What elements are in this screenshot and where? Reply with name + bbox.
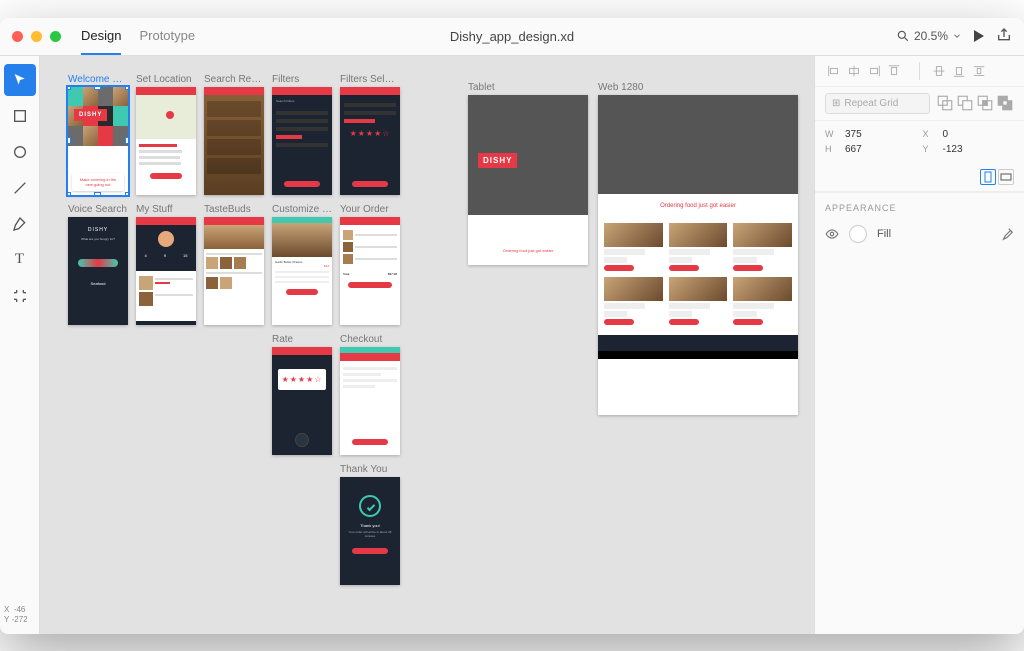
artboard-label[interactable]: Your Order [340, 204, 400, 215]
eyedropper-icon[interactable] [1000, 227, 1014, 241]
artboard-label[interactable]: Checkout [340, 334, 400, 345]
artboard-label[interactable]: Customize … [272, 204, 332, 215]
artboard-rate[interactable]: ★★★★☆ [272, 347, 332, 455]
play-icon[interactable] [974, 30, 984, 42]
artboard-label[interactable]: Thank You [340, 464, 400, 475]
welcome-card: Make ordering in the new going out [72, 173, 124, 191]
align-controls [825, 62, 909, 80]
line-tool[interactable] [4, 172, 36, 204]
transform-props: W375 X0 H667 Y-123 [815, 121, 1024, 163]
zoom-value: 20.5% [914, 29, 948, 43]
y-value[interactable]: -123 [943, 144, 1015, 155]
align-left-icon[interactable] [825, 62, 843, 80]
repeat-grid-button[interactable]: ⊞Repeat Grid [825, 93, 930, 114]
document-title: Dishy_app_design.xd [450, 29, 574, 44]
left-toolbar: T X -46 Y -272 [0, 56, 40, 634]
maximize-icon[interactable] [50, 31, 61, 42]
x-value[interactable]: 0 [943, 129, 1015, 140]
artboard-my-stuff[interactable]: 4915 [136, 217, 196, 325]
titlebar: Design Prototype Dishy_app_design.xd 20.… [0, 18, 1024, 56]
align-center-h-icon[interactable] [845, 62, 863, 80]
artboard-thank-you[interactable]: Thank you! Your order will arrive in abo… [340, 477, 400, 585]
artboard-label[interactable]: TasteBuds [204, 204, 264, 215]
share-icon[interactable] [996, 27, 1012, 46]
artboard-tool[interactable] [4, 280, 36, 312]
minimize-icon[interactable] [31, 31, 42, 42]
artboard-label[interactable]: Set Location [136, 74, 196, 85]
artboard-tablet[interactable]: DISHY Ordering food just got easier [468, 95, 588, 265]
artboard-web-1280[interactable]: Ordering food just got easier [598, 95, 798, 415]
artboard-label[interactable]: Filters Selec… [340, 74, 400, 85]
properties-panel: ⊞Repeat Grid W375 X0 H667 Y-123 [814, 56, 1024, 634]
artboard-label[interactable]: Rate [272, 334, 332, 345]
brand-logo: DISHY [478, 153, 517, 168]
boolean-intersect-icon[interactable] [976, 94, 994, 112]
chevron-down-icon[interactable] [952, 31, 962, 41]
artboard-label[interactable]: Voice Search [68, 204, 128, 215]
artboard-checkout[interactable] [340, 347, 400, 455]
artboard-filters[interactable]: Search Filters [272, 87, 332, 195]
zoom-control[interactable]: 20.5% [896, 29, 962, 43]
orientation-landscape-icon[interactable] [998, 169, 1014, 185]
artboard-label[interactable]: Search Res… [204, 74, 264, 85]
select-tool[interactable] [4, 64, 36, 96]
tab-prototype[interactable]: Prototype [139, 18, 195, 55]
close-icon[interactable] [12, 31, 23, 42]
boolean-add-icon[interactable] [936, 94, 954, 112]
canvas-coords: X -46 Y -272 [0, 597, 39, 634]
artboard-label[interactable]: Welcome S… [68, 74, 128, 85]
boolean-exclude-icon[interactable] [996, 94, 1014, 112]
align-bottom-icon[interactable] [950, 62, 968, 80]
width-value[interactable]: 375 [845, 129, 917, 140]
ellipse-tool[interactable] [4, 136, 36, 168]
artboard-welcome[interactable]: DISHY Make ordering in the new going out [68, 87, 128, 195]
visibility-icon[interactable] [825, 227, 839, 241]
boolean-subtract-icon[interactable] [956, 94, 974, 112]
align-middle-icon[interactable] [930, 62, 948, 80]
appearance-section: APPEARANCE [815, 192, 1024, 219]
fill-label: Fill [877, 228, 891, 240]
rectangle-tool[interactable] [4, 100, 36, 132]
artboard-label[interactable]: Web 1280 [598, 82, 798, 93]
artboard-voice-search[interactable]: DISHY What are you hungry for? Seafood [68, 217, 128, 325]
artboard-label[interactable]: Tablet [468, 82, 588, 93]
mode-tabs: Design Prototype [81, 18, 195, 55]
artboard-tastebuds[interactable] [204, 217, 264, 325]
tab-design[interactable]: Design [81, 18, 121, 55]
align-top-icon[interactable] [885, 62, 903, 80]
artboard-your-order[interactable]: Total$97.98 [340, 217, 400, 325]
artboard-label[interactable]: Filters [272, 74, 332, 85]
artboard-search-results[interactable] [204, 87, 264, 195]
search-icon [896, 29, 910, 43]
orientation-portrait-icon[interactable] [980, 169, 996, 185]
align-right-icon[interactable] [865, 62, 883, 80]
window-controls [12, 31, 61, 42]
distribute-h-icon[interactable] [970, 62, 988, 80]
pen-tool[interactable] [4, 208, 36, 240]
canvas[interactable]: Welcome S… DISHY Make ordering in the ne… [40, 56, 814, 634]
app-window: Design Prototype Dishy_app_design.xd 20.… [0, 18, 1024, 634]
height-value[interactable]: 667 [845, 144, 917, 155]
fill-swatch[interactable] [849, 225, 867, 243]
text-tool[interactable]: T [4, 244, 36, 276]
artboard-customize[interactable]: Garlic Butter Prawns$12 [272, 217, 332, 325]
brand-logo: DISHY [74, 109, 107, 121]
artboard-set-location[interactable] [136, 87, 196, 195]
artboard-label[interactable]: My Stuff [136, 204, 196, 215]
artboard-filters-selected[interactable]: ★★★★☆ [340, 87, 400, 195]
